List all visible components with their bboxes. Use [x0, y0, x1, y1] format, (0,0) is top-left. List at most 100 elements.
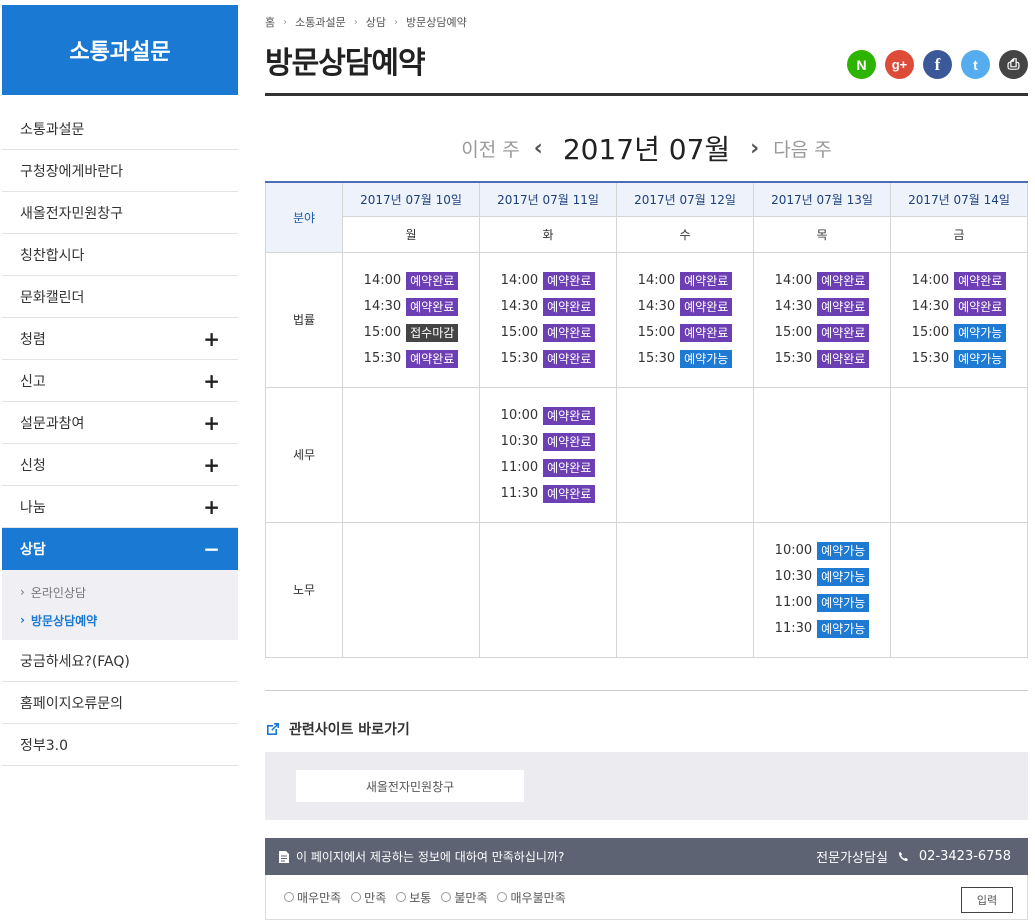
schedule-cell: 14:00 예약완료 14:30 예약완료 15:00 예약완료 15:30 예약완료 [479, 251, 617, 388]
status-badge[interactable]: 예약가능 [954, 349, 1007, 368]
status-badge: 예약완료 [817, 349, 870, 368]
survey-bar: 이 페이지에서 제공하는 정보에 대하여 만족하십니까? 전문가상담실 02-3… [265, 838, 1028, 875]
radio-button[interactable] [351, 892, 362, 902]
status-badge: 예약완료 [406, 297, 459, 316]
facebook-share-icon[interactable]: f [923, 50, 952, 79]
survey-option-label: 매우불만족 [510, 890, 566, 905]
status-badge: 예약완료 [817, 297, 870, 316]
collapse-icon[interactable]: − [203, 539, 220, 559]
time-slot: 14:00 예약완료 [364, 271, 459, 290]
status-badge[interactable]: 예약가능 [817, 567, 870, 586]
expand-icon[interactable]: + [203, 413, 220, 433]
expand-icon[interactable]: + [203, 497, 220, 517]
status-badge[interactable]: 예약가능 [817, 541, 870, 560]
schedule-cell: 14:00 예약완료 14:30 예약완료 15:00 예약완료 15:30 예약가능 [616, 251, 754, 388]
survey-option[interactable]: 불만족 [441, 889, 487, 906]
radio-button[interactable] [284, 892, 294, 902]
print-icon[interactable]: ⎙ [999, 50, 1028, 79]
slot-time: 10:00 [500, 408, 539, 423]
sidebar-item[interactable]: 홈페이지오류문의 [2, 682, 238, 724]
sidebar-item[interactable]: 정부3.0 [2, 724, 238, 766]
time-slot: 11:00 예약가능 [775, 593, 870, 612]
slot-time: 15:30 [774, 351, 813, 366]
time-slot: 15:30 예약완료 [363, 349, 459, 368]
sidebar-item[interactable]: 구청장에게바란다 [2, 150, 238, 192]
slot-time: 15:30 [500, 351, 539, 366]
sidebar-item[interactable]: 궁금하세요?(FAQ) [2, 640, 238, 682]
date-header: 2017년 07월 14일 [890, 181, 1028, 217]
sidebar-item-label: 청렴 [20, 331, 46, 348]
time-slot: 11:30 예약가능 [775, 619, 870, 638]
slot-time: 10:30 [774, 569, 813, 584]
sidebar-item[interactable]: 문화캘린더 [2, 276, 238, 318]
status-badge[interactable]: 예약가능 [817, 619, 870, 638]
chevron-left-icon[interactable]: ‹ [534, 136, 543, 161]
chevron-right-icon[interactable]: › [750, 136, 759, 161]
breadcrumb-separator-icon: › [353, 16, 358, 28]
schedule-cell: 14:00 예약완료 14:30 예약완료 15:00 접수마감 15:30 예약완료 [342, 251, 480, 388]
sidebar-item-label: 나눔 [20, 499, 46, 516]
category-cell: 노무 [265, 521, 343, 658]
breadcrumb-home[interactable]: 홈 [265, 14, 275, 30]
time-slot: 15:30 예약완료 [774, 349, 870, 368]
sidebar-subitem[interactable]: › 방문상담예약 [2, 606, 238, 634]
schedule-row: 법률 14:00 예약완료 14:30 예약완료 15:00 접수마감 15:30 예약완료 14… [265, 251, 1028, 388]
status-badge: 예약완료 [817, 323, 870, 342]
expand-icon[interactable]: + [203, 371, 220, 391]
sidebar-item[interactable]: 청렴 + [2, 318, 238, 360]
slot-time: 14:30 [500, 299, 539, 314]
status-badge: 예약완료 [543, 458, 596, 477]
slot-time: 15:30 [363, 351, 402, 366]
sidebar-item[interactable]: 신고 + [2, 360, 238, 402]
day-header: 수 [616, 215, 754, 253]
survey-submit-button[interactable]: 입력 [961, 887, 1013, 913]
prev-week-link[interactable]: 이전 주 [461, 135, 519, 162]
survey-option[interactable]: 매우불만족 [497, 889, 566, 906]
status-badge: 예약완료 [543, 484, 596, 503]
sidebar-item[interactable]: 나눔 + [2, 486, 238, 528]
radio-button[interactable] [497, 892, 508, 902]
survey-question: 이 페이지에서 제공하는 정보에 대하여 만족하십니까? [278, 848, 564, 865]
status-badge[interactable]: 예약가능 [817, 593, 870, 612]
sidebar-subitem[interactable]: › 온라인상담 [2, 578, 238, 606]
sidebar-item-label: 새올전자민원창구 [20, 205, 124, 222]
related-site-link[interactable]: 새올전자민원창구 [296, 770, 524, 802]
sidebar-item[interactable]: 소통과설문 [2, 108, 238, 150]
next-week-link[interactable]: 다음 주 [773, 135, 831, 162]
status-badge[interactable]: 예약가능 [680, 349, 733, 368]
status-badge[interactable]: 예약가능 [954, 323, 1007, 342]
slot-time: 11:30 [500, 486, 539, 501]
survey-option[interactable]: 매우만족 [284, 889, 341, 906]
section-divider [265, 690, 1028, 691]
slot-time: 15:00 [637, 325, 676, 340]
radio-button[interactable] [441, 892, 452, 902]
schedule-cell [616, 521, 754, 658]
expand-icon[interactable]: + [203, 329, 220, 349]
expand-icon[interactable]: + [203, 455, 220, 475]
google-plus-share-icon[interactable]: g+ [885, 50, 914, 79]
page-title: 방문상담예약 [265, 46, 426, 81]
related-sites-title: 관련사이트 바로가기 [289, 722, 410, 738]
naver-share-icon[interactable]: N [847, 50, 876, 79]
sidebar-item[interactable]: 설문과참여 + [2, 402, 238, 444]
status-badge: 예약완료 [680, 297, 733, 316]
schedule-cell: 10:00 예약가능 10:30 예약가능 11:00 예약가능 11:30 예약가능 [753, 521, 891, 658]
slot-list: 14:00 예약완료 14:30 예약완료 15:00 예약완료 15:30 예약가능 [617, 271, 753, 368]
week-navigation: 이전 주 ‹ 2017년 07월 › 다음 주 [265, 128, 1028, 168]
survey-option[interactable]: 보통 [396, 889, 431, 906]
expert-contact: 전문가상담실 02-3423-6758 [816, 847, 1011, 866]
breadcrumb-level1[interactable]: 소통과설문 [295, 14, 346, 30]
field-header: 분야 [265, 181, 343, 253]
slot-time: 15:00 [774, 325, 813, 340]
sidebar-item[interactable]: 새올전자민원창구 [2, 192, 238, 234]
slot-time: 15:00 [363, 325, 402, 340]
twitter-share-icon[interactable]: t [961, 50, 990, 79]
radio-button[interactable] [396, 892, 407, 902]
sidebar-item[interactable]: 상담 − [2, 528, 238, 570]
time-slot: 15:00 예약완료 [501, 323, 596, 342]
sidebar-item[interactable]: 신청 + [2, 444, 238, 486]
survey-option[interactable]: 만족 [351, 889, 386, 906]
day-header: 월 [342, 215, 480, 253]
sidebar-item[interactable]: 칭찬합시다 [2, 234, 238, 276]
breadcrumb-level2[interactable]: 상담 [366, 14, 386, 30]
